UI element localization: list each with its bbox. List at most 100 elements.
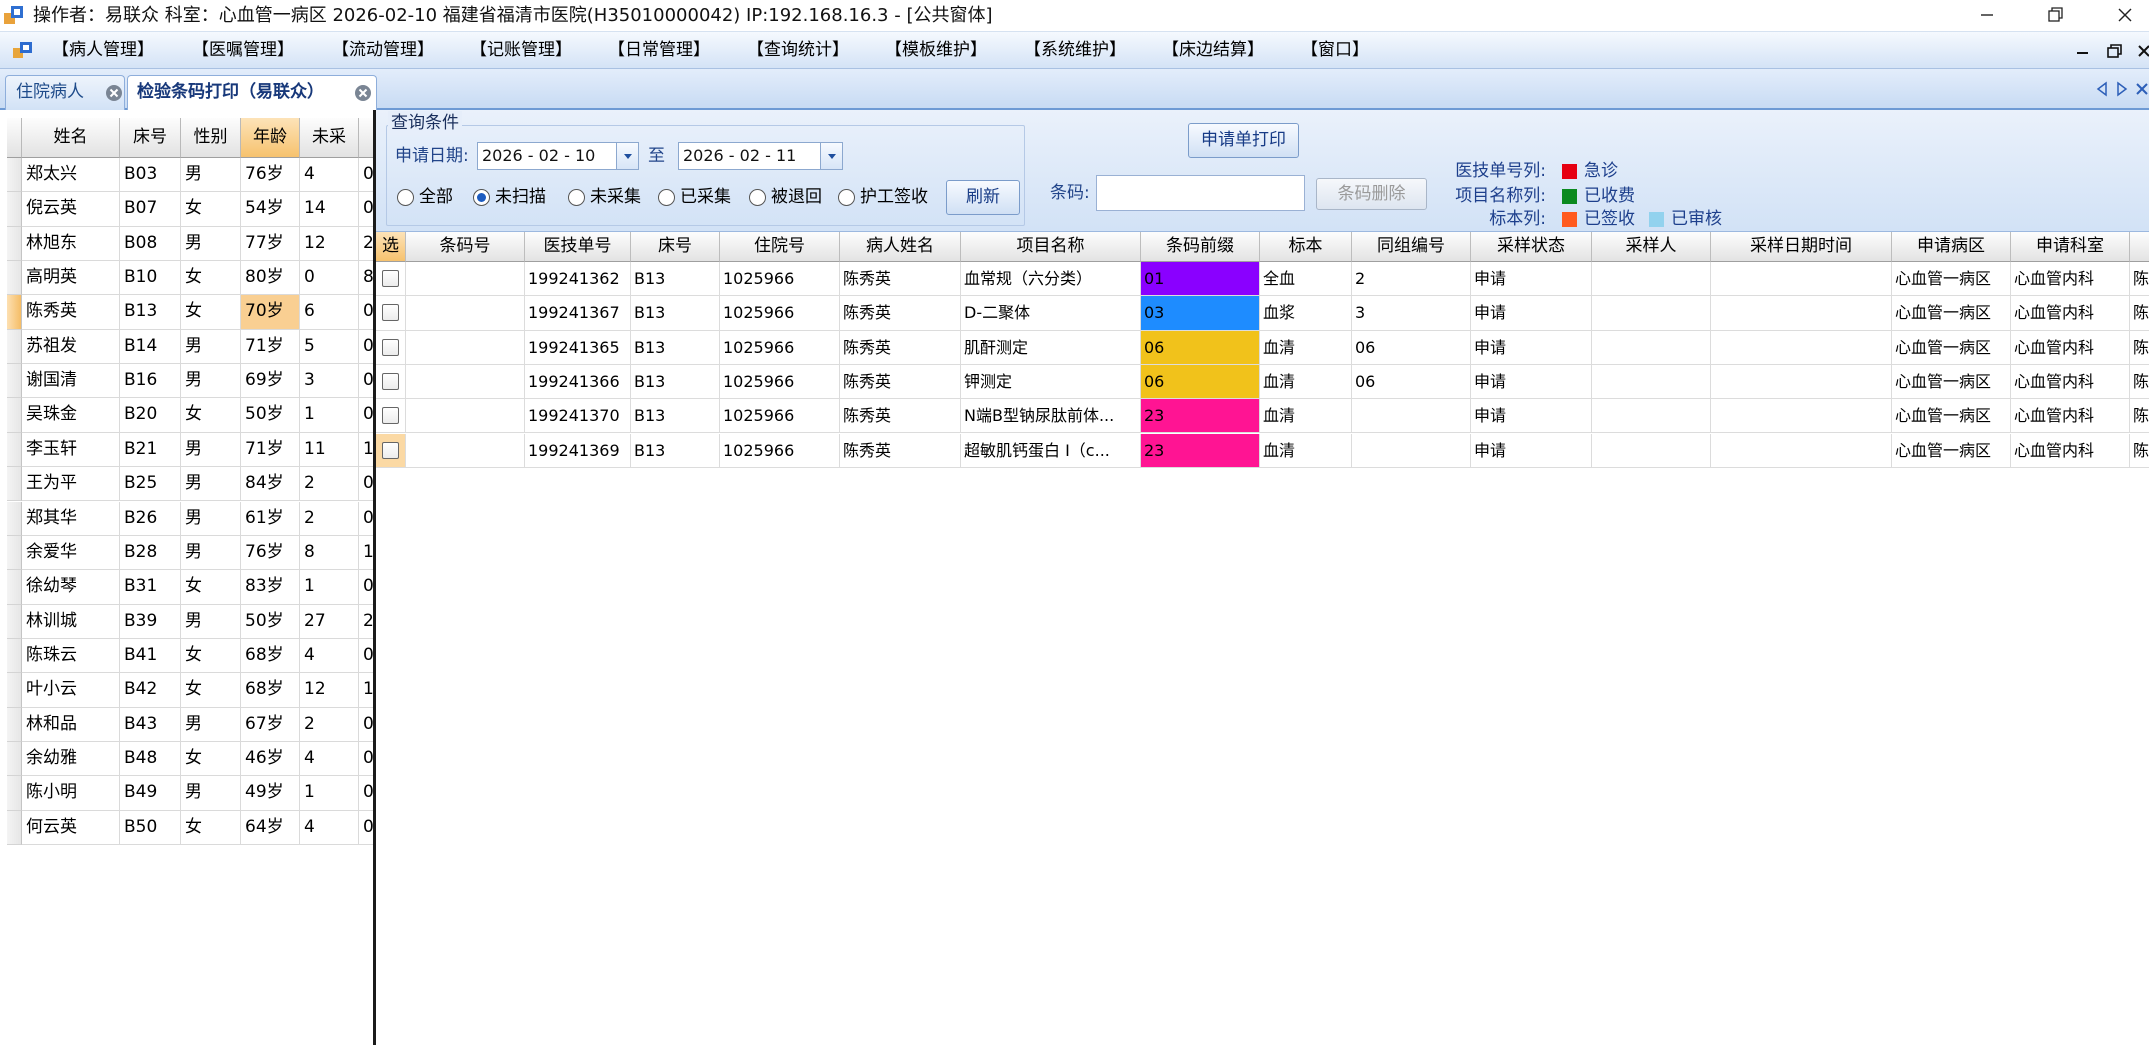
child-close-button[interactable] <box>2134 40 2149 62</box>
patient-row[interactable]: 徐幼琴 B31 女 83岁 1 0 <box>7 570 373 605</box>
grid-header-item[interactable]: 项目名称 <box>961 232 1141 262</box>
radio-uncollected-label[interactable]: 未采集 <box>590 184 641 210</box>
system-menu-icon[interactable] <box>12 40 36 62</box>
radio-all-label[interactable]: 全部 <box>419 184 453 210</box>
patient-row[interactable]: 谢国清 B16 男 69岁 3 0 <box>7 364 373 399</box>
radio-returned-label[interactable]: 被退回 <box>771 184 822 210</box>
patient-row[interactable]: 李玉轩 B21 男 71岁 11 1 <box>7 432 373 468</box>
radio-uncollected[interactable] <box>568 189 585 206</box>
grid-header-status[interactable]: 采样状态 <box>1471 232 1592 262</box>
menu-template-maintenance[interactable]: 【模板维护】 <box>885 32 987 68</box>
patient-row[interactable]: 苏祖发 B14 男 71岁 5 0 <box>7 329 373 365</box>
patient-row[interactable]: 叶小云 B42 女 68岁 12 1 <box>7 673 373 708</box>
grid-header-prefix[interactable]: 条码前缀 <box>1141 232 1260 262</box>
barcode-input[interactable] <box>1096 175 1305 211</box>
menu-flow-management[interactable]: 【流动管理】 <box>332 32 434 68</box>
patient-row[interactable]: 郑其华 B26 男 61岁 2 0 <box>7 501 373 536</box>
column-header-sex[interactable]: 性别 <box>181 118 241 158</box>
radio-collected-label[interactable]: 已采集 <box>680 184 731 210</box>
window-restore-button[interactable] <box>2034 0 2078 31</box>
row-checkbox[interactable] <box>382 407 399 425</box>
patient-row[interactable]: 倪云英 B07 女 54岁 14 0 <box>7 192 373 227</box>
radio-returned[interactable] <box>749 189 766 206</box>
column-header-age[interactable]: 年龄 <box>241 118 300 158</box>
row-checkbox[interactable] <box>382 338 399 356</box>
row-marker[interactable] <box>7 364 22 399</box>
tab-scroll-right-icon[interactable] <box>2114 81 2130 97</box>
row-marker[interactable] <box>7 673 22 708</box>
print-request-button[interactable]: 申请单打印 <box>1188 123 1299 158</box>
patient-row[interactable]: 林旭东 B08 男 77岁 12 2 <box>7 226 373 262</box>
row-marker[interactable] <box>7 535 22 571</box>
menu-patient-management[interactable]: 【病人管理】 <box>52 32 154 68</box>
grid-row[interactable]: 199241367 B13 1025966 陈秀英 D-二聚体 03 血浆 3 申请 心血管一病区… <box>376 296 2149 331</box>
refresh-button[interactable]: 刷新 <box>946 180 1020 215</box>
column-header-extra[interactable] <box>359 118 373 158</box>
grid-header-check[interactable]: 选 <box>376 232 406 262</box>
radio-collected[interactable] <box>658 189 675 206</box>
tab-close-icon[interactable] <box>354 84 372 102</box>
row-marker[interactable] <box>7 398 22 433</box>
row-marker[interactable] <box>7 501 22 536</box>
row-marker[interactable] <box>7 741 22 777</box>
grid-header-specimen[interactable]: 标本 <box>1260 232 1352 262</box>
tab-inpatients[interactable]: 住院病人 <box>5 75 125 110</box>
grid-header-group_no[interactable]: 同组编号 <box>1352 232 1471 262</box>
child-minimize-button[interactable] <box>2072 40 2094 62</box>
column-header-name[interactable]: 姓名 <box>22 118 120 158</box>
patient-row[interactable]: 林训城 B39 男 50岁 27 2 <box>7 604 373 639</box>
grid-header-order_no[interactable]: 医技单号 <box>525 232 631 262</box>
column-header-pending[interactable]: 未采 <box>300 118 359 158</box>
date-to-picker[interactable]: 2026 - 02 - 11 <box>678 142 843 170</box>
patient-row[interactable]: 陈小明 B49 男 49岁 1 0 <box>7 776 373 811</box>
menu-billing[interactable]: 【记账管理】 <box>470 32 572 68</box>
row-marker[interactable] <box>7 570 22 605</box>
radio-all[interactable] <box>397 189 414 206</box>
grid-row[interactable]: 199241365 B13 1025966 陈秀英 肌酐测定 06 血清 06 申请 心血管一病区… <box>376 330 2149 365</box>
grid-header-more[interactable]: 申 <box>2130 232 2149 262</box>
patient-row[interactable]: 林和品 B43 男 67岁 2 0 <box>7 707 373 742</box>
grid-header-ward[interactable]: 申请病区 <box>1892 232 2011 262</box>
tab-scroll-left-icon[interactable] <box>2094 81 2110 97</box>
radio-nurse-aide-received-label[interactable]: 护工签收 <box>860 184 928 210</box>
date-to-dropdown[interactable] <box>820 143 842 169</box>
row-checkbox[interactable] <box>382 372 399 390</box>
date-from-dropdown[interactable] <box>616 143 638 169</box>
tab-close-all-icon[interactable] <box>2134 81 2149 97</box>
grid-row[interactable]: 199241369 B13 1025966 陈秀英 超敏肌钙蛋白 I（c... 23 血清 申… <box>376 433 2149 468</box>
grid-header-patient[interactable]: 病人姓名 <box>840 232 961 262</box>
row-marker[interactable] <box>7 192 22 227</box>
row-marker[interactable] <box>7 329 22 365</box>
radio-unscanned-label[interactable]: 未扫描 <box>495 184 546 210</box>
grid-row[interactable]: 199241366 B13 1025966 陈秀英 钾测定 06 血清 06 申请 心血管一病区心… <box>376 364 2149 400</box>
patient-row[interactable]: 陈珠云 B41 女 68岁 4 0 <box>7 638 373 674</box>
row-marker[interactable] <box>7 261 22 296</box>
grid-header-collector[interactable]: 采样人 <box>1592 232 1711 262</box>
radio-unscanned[interactable] <box>473 189 490 206</box>
row-marker[interactable] <box>7 467 22 502</box>
row-marker[interactable] <box>7 638 22 674</box>
window-minimize-button[interactable] <box>1965 0 2009 31</box>
grid-row[interactable]: 199241362 B13 1025966 陈秀英 血常规（六分类） 01 全血 2 申请 心血管… <box>376 262 2149 297</box>
grid-header-dept[interactable]: 申请科室 <box>2011 232 2130 262</box>
grid-row[interactable]: 199241370 B13 1025966 陈秀英 N端B型钠尿肽前体... 23 血清 申请… <box>376 399 2149 434</box>
patient-row[interactable]: 陈秀英 B13 女 70岁 6 0 <box>7 295 373 330</box>
tab-barcode-print[interactable]: 检验条码打印（易联众） <box>127 75 377 110</box>
child-restore-button[interactable] <box>2104 40 2126 62</box>
menu-window[interactable]: 【窗口】 <box>1301 32 1369 68</box>
row-marker[interactable] <box>7 776 22 811</box>
patient-row[interactable]: 何云英 B50 女 64岁 4 0 <box>7 810 373 845</box>
date-from-picker[interactable]: 2026 - 02 - 10 <box>477 142 639 170</box>
grid-header-bed[interactable]: 床号 <box>631 232 720 262</box>
row-checkbox[interactable] <box>382 304 399 322</box>
radio-nurse-aide-received[interactable] <box>838 189 855 206</box>
grid-header-collect_time[interactable]: 采样日期时间 <box>1711 232 1892 262</box>
row-marker[interactable] <box>7 226 22 262</box>
row-marker[interactable] <box>7 604 22 639</box>
grid-header-admission_no[interactable]: 住院号 <box>720 232 840 262</box>
patient-row[interactable]: 余爱华 B28 男 76岁 8 1 <box>7 535 373 571</box>
menu-bedside-settlement[interactable]: 【床边结算】 <box>1162 32 1264 68</box>
row-checkbox[interactable] <box>382 441 399 459</box>
patient-row[interactable]: 余幼雅 B48 女 46岁 4 0 <box>7 741 373 777</box>
patient-row[interactable]: 郑太兴 B03 男 76岁 4 0 <box>7 158 373 193</box>
